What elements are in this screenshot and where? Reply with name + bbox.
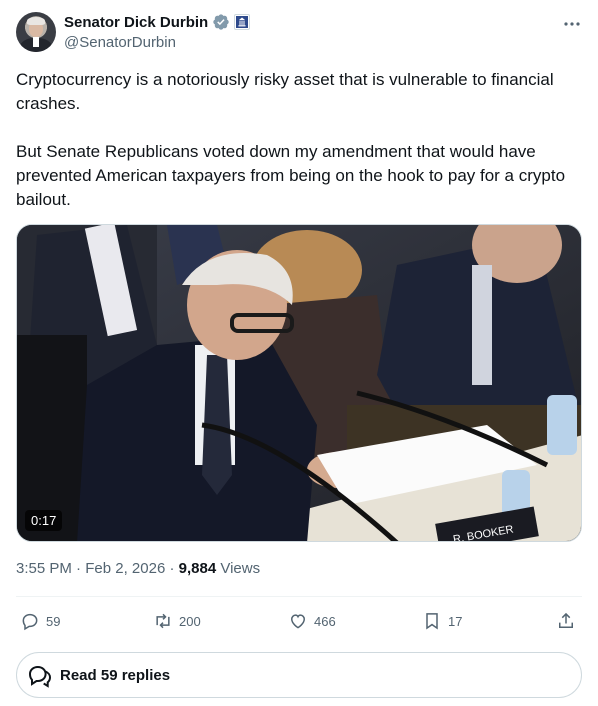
author-name-row: Senator Dick Durbin: [64, 13, 251, 31]
avatar[interactable]: [16, 12, 56, 52]
reply-icon: [22, 613, 38, 631]
divider: [16, 596, 582, 597]
bookmark-button[interactable]: 17: [422, 604, 462, 638]
reply-button[interactable]: 59: [20, 604, 60, 638]
read-replies-button[interactable]: Read 59 replies: [16, 652, 582, 698]
more-horizontal-icon[interactable]: [562, 14, 582, 34]
tweet-metadata: 3:55 PM · Feb 2, 2026 · 9,884 Views: [16, 560, 261, 577]
repost-icon: [156, 613, 170, 629]
read-replies-label: Read 59 replies: [60, 667, 171, 684]
video-thumbnail: R. BOOKER: [17, 225, 581, 541]
repost-count: 200: [179, 613, 201, 629]
bookmark-icon: [426, 613, 438, 630]
repost-button[interactable]: 200: [153, 604, 201, 638]
video-duration: 0:17: [25, 510, 63, 531]
like-button[interactable]: 466: [288, 604, 336, 638]
heart-icon: [290, 614, 306, 629]
tweet-header: Senator Dick Durbin @SenatorDurbin: [16, 12, 582, 56]
share-icon: [559, 612, 573, 628]
share-button[interactable]: [556, 604, 576, 638]
reply-count: 59: [46, 613, 61, 629]
author-display-name[interactable]: Senator Dick Durbin: [64, 14, 208, 31]
government-affiliation-icon[interactable]: [234, 14, 251, 30]
views-label: Views: [216, 560, 261, 577]
bookmark-count: 17: [448, 613, 463, 629]
reply-bubbles-icon: [28, 665, 52, 688]
views-count[interactable]: 9,884: [179, 560, 217, 577]
video-player[interactable]: R. BOOKER 0:17: [16, 224, 582, 542]
tweet-date[interactable]: Feb 2, 2026: [85, 560, 165, 577]
verified-badge-icon[interactable]: [212, 13, 230, 31]
action-bar: 59 200 466 17: [16, 604, 582, 638]
author-handle[interactable]: @SenatorDurbin: [64, 34, 176, 51]
tweet-text: Cryptocurrency is a notoriously risky as…: [16, 70, 566, 209]
like-count: 466: [314, 613, 336, 629]
tweet-time[interactable]: 3:55 PM: [16, 560, 72, 577]
